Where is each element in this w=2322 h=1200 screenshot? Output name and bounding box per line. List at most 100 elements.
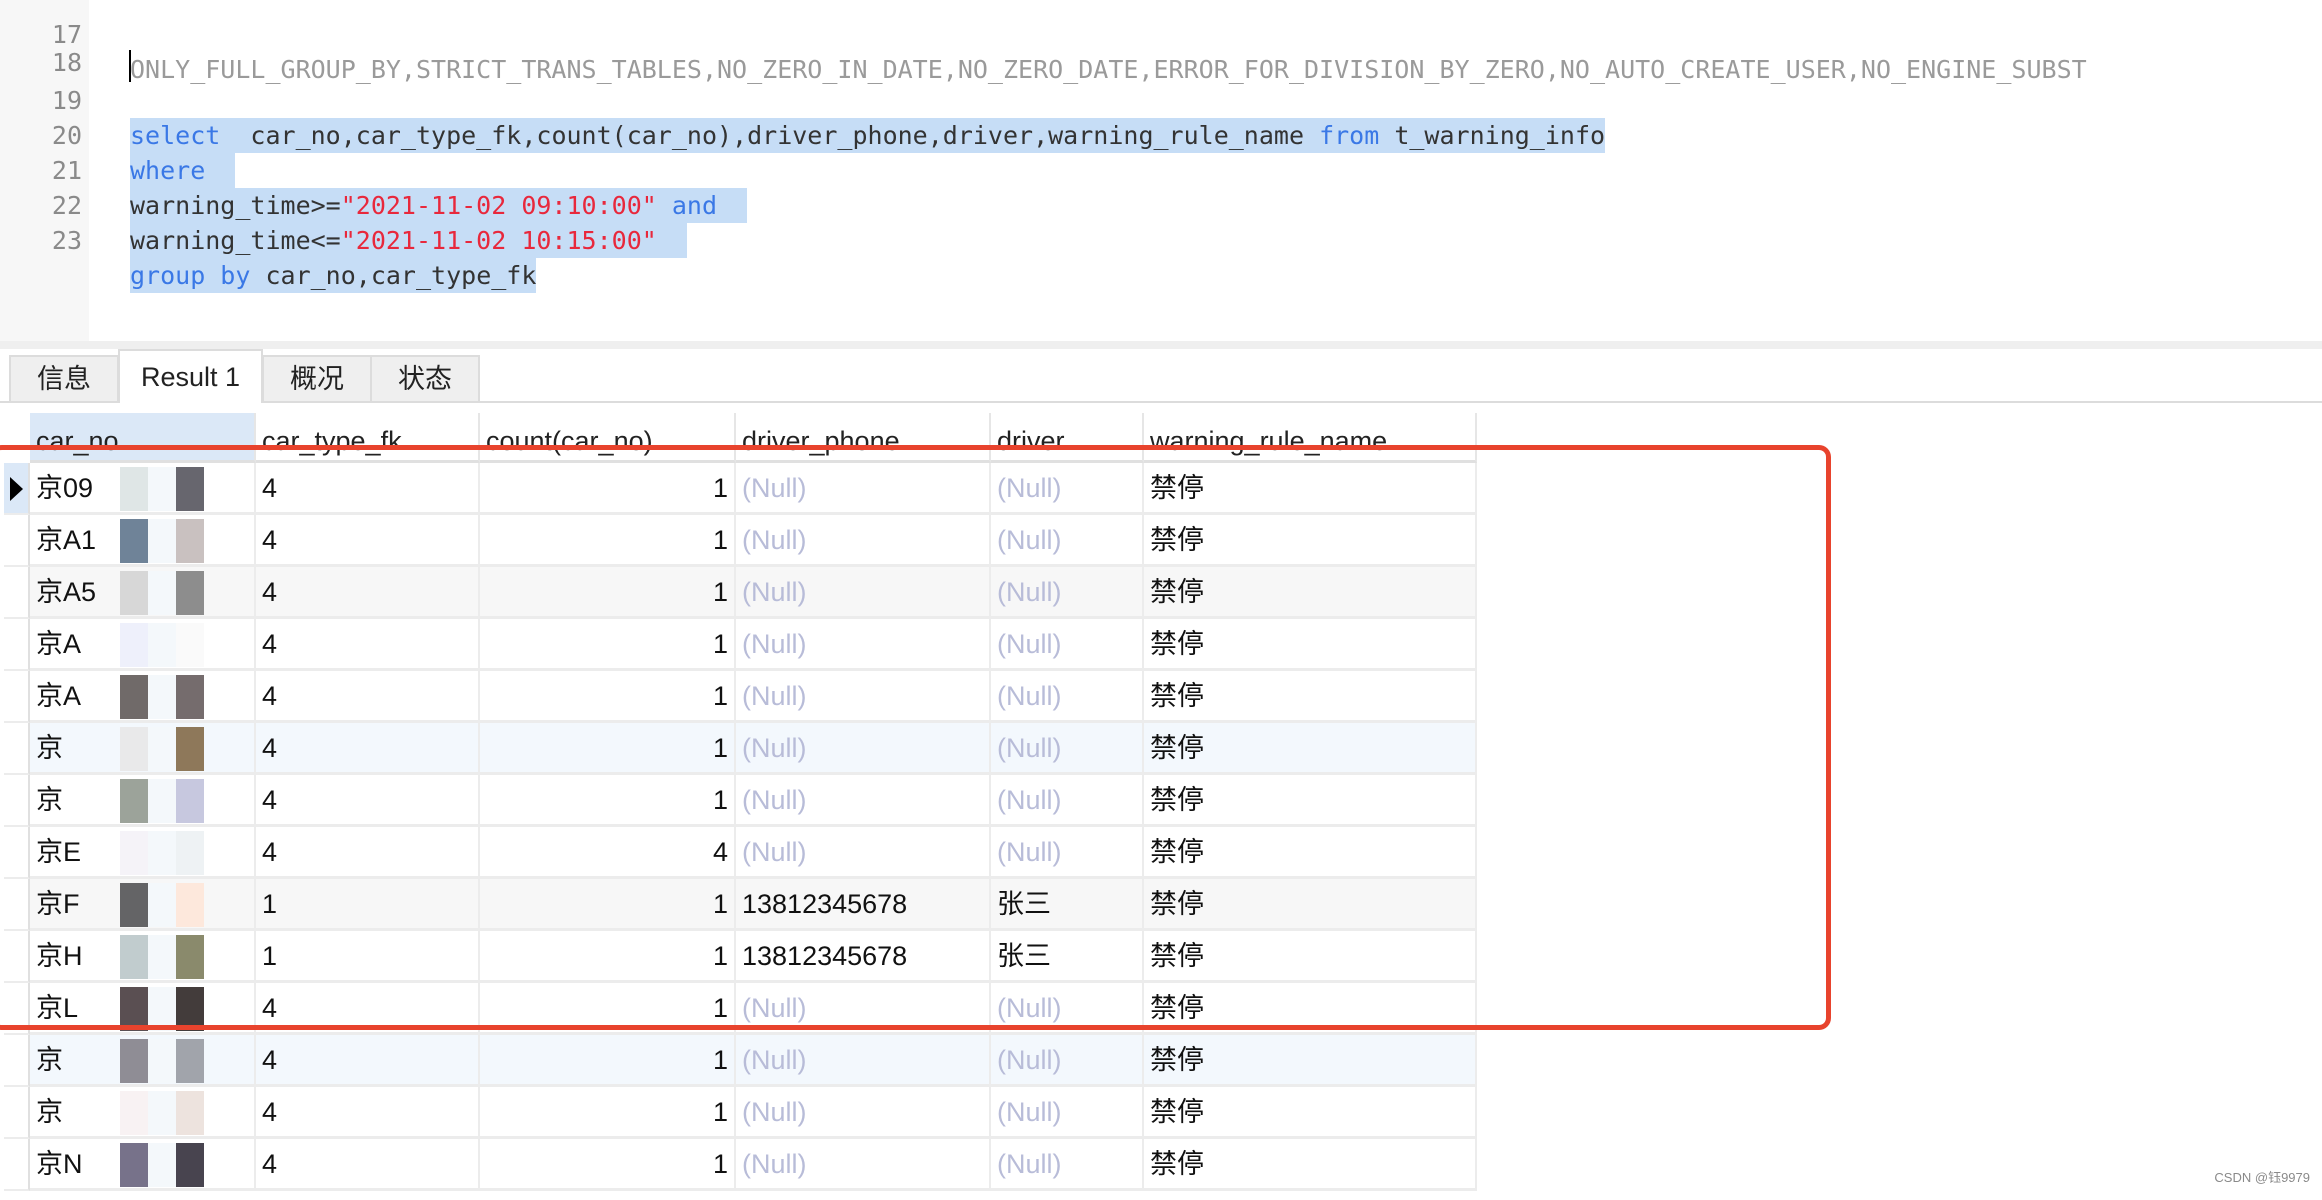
cell-count[interactable]: 1 bbox=[480, 775, 736, 827]
row-indicator[interactable] bbox=[4, 879, 30, 931]
cell-car-no[interactable]: 京A5 bbox=[30, 567, 256, 619]
cell-driver[interactable]: (Null) bbox=[991, 463, 1144, 515]
cell-warning-rule-name[interactable]: 禁停 bbox=[1144, 1035, 1477, 1087]
cell-driver-phone[interactable]: (Null) bbox=[736, 463, 991, 515]
table-row[interactable]: 京09 4 1 (Null) (Null) 禁停 bbox=[4, 463, 1481, 515]
cell-car-type-fk[interactable]: 4 bbox=[256, 983, 480, 1035]
cell-car-type-fk[interactable]: 4 bbox=[256, 775, 480, 827]
table-row[interactable]: 京A5 4 1 (Null) (Null) 禁停 bbox=[4, 567, 1481, 619]
column-header-driver[interactable]: driver bbox=[991, 413, 1144, 463]
row-indicator[interactable] bbox=[4, 1087, 30, 1139]
cell-driver[interactable]: (Null) bbox=[991, 567, 1144, 619]
cell-car-no[interactable]: 京A bbox=[30, 619, 256, 671]
cell-driver[interactable]: 张三 bbox=[991, 879, 1144, 931]
cell-driver[interactable]: (Null) bbox=[991, 1087, 1144, 1139]
cell-count[interactable]: 1 bbox=[480, 1139, 736, 1191]
table-row[interactable]: 京 4 1 (Null) (Null) 禁停 bbox=[4, 1035, 1481, 1087]
tab-profile[interactable]: 概况 bbox=[262, 355, 372, 401]
cell-warning-rule-name[interactable]: 禁停 bbox=[1144, 515, 1477, 567]
cell-driver[interactable]: (Null) bbox=[991, 983, 1144, 1035]
row-indicator[interactable] bbox=[4, 723, 30, 775]
cell-warning-rule-name[interactable]: 禁停 bbox=[1144, 463, 1477, 515]
cell-driver[interactable]: 张三 bbox=[991, 931, 1144, 983]
row-indicator[interactable] bbox=[4, 1139, 30, 1191]
cell-count[interactable]: 1 bbox=[480, 931, 736, 983]
cell-count[interactable]: 1 bbox=[480, 567, 736, 619]
cell-count[interactable]: 1 bbox=[480, 619, 736, 671]
cell-count[interactable]: 1 bbox=[480, 879, 736, 931]
cell-warning-rule-name[interactable]: 禁停 bbox=[1144, 567, 1477, 619]
table-row[interactable]: 京A 4 1 (Null) (Null) 禁停 bbox=[4, 671, 1481, 723]
table-row[interactable]: 京A1 4 1 (Null) (Null) 禁停 bbox=[4, 515, 1481, 567]
cell-car-type-fk[interactable]: 4 bbox=[256, 723, 480, 775]
cell-car-no[interactable]: 京N bbox=[30, 1139, 256, 1191]
cell-car-type-fk[interactable]: 4 bbox=[256, 515, 480, 567]
cell-warning-rule-name[interactable]: 禁停 bbox=[1144, 619, 1477, 671]
cell-warning-rule-name[interactable]: 禁停 bbox=[1144, 931, 1477, 983]
cell-warning-rule-name[interactable]: 禁停 bbox=[1144, 983, 1477, 1035]
cell-count[interactable]: 1 bbox=[480, 983, 736, 1035]
cell-car-type-fk[interactable]: 1 bbox=[256, 931, 480, 983]
cell-driver-phone[interactable]: (Null) bbox=[736, 515, 991, 567]
row-indicator[interactable] bbox=[4, 463, 30, 515]
row-indicator[interactable] bbox=[4, 515, 30, 567]
cell-car-type-fk[interactable]: 4 bbox=[256, 1035, 480, 1087]
cell-car-type-fk[interactable]: 4 bbox=[256, 1139, 480, 1191]
cell-driver-phone[interactable]: 13812345678 bbox=[736, 931, 991, 983]
row-indicator[interactable] bbox=[4, 1035, 30, 1087]
tab-result-1[interactable]: Result 1 bbox=[118, 349, 263, 403]
cell-driver-phone[interactable]: (Null) bbox=[736, 567, 991, 619]
cell-car-type-fk[interactable]: 4 bbox=[256, 463, 480, 515]
row-indicator[interactable] bbox=[4, 775, 30, 827]
cell-warning-rule-name[interactable]: 禁停 bbox=[1144, 775, 1477, 827]
cell-warning-rule-name[interactable]: 禁停 bbox=[1144, 827, 1477, 879]
table-row[interactable]: 京N 4 1 (Null) (Null) 禁停 bbox=[4, 1139, 1481, 1191]
column-header-car-no[interactable]: car_no bbox=[30, 413, 256, 463]
table-row[interactable]: 京L 4 1 (Null) (Null) 禁停 bbox=[4, 983, 1481, 1035]
cell-driver[interactable]: (Null) bbox=[991, 619, 1144, 671]
cell-car-no[interactable]: 京E bbox=[30, 827, 256, 879]
cell-count[interactable]: 1 bbox=[480, 463, 736, 515]
tab-info[interactable]: 信息 bbox=[9, 355, 119, 401]
row-indicator[interactable] bbox=[4, 931, 30, 983]
cell-driver[interactable]: (Null) bbox=[991, 1035, 1144, 1087]
cell-driver-phone[interactable]: (Null) bbox=[736, 723, 991, 775]
cell-car-no[interactable]: 京 bbox=[30, 1087, 256, 1139]
sql-editor[interactable]: 17 ONLY_FULL_GROUP_BY,STRICT_TRANS_TABLE… bbox=[0, 0, 2322, 341]
cell-car-no[interactable]: 京F bbox=[30, 879, 256, 931]
cell-warning-rule-name[interactable]: 禁停 bbox=[1144, 1087, 1477, 1139]
cell-driver[interactable]: (Null) bbox=[991, 723, 1144, 775]
cell-car-no[interactable]: 京 bbox=[30, 775, 256, 827]
column-header-car-type-fk[interactable]: car_type_fk bbox=[256, 413, 480, 463]
cell-driver-phone[interactable]: 13812345678 bbox=[736, 879, 991, 931]
cell-car-type-fk[interactable]: 4 bbox=[256, 671, 480, 723]
panel-splitter[interactable] bbox=[0, 341, 2322, 349]
cell-count[interactable]: 4 bbox=[480, 827, 736, 879]
column-header-count[interactable]: count(car_no) bbox=[480, 413, 736, 463]
cell-driver[interactable]: (Null) bbox=[991, 1139, 1144, 1191]
cell-car-type-fk[interactable]: 4 bbox=[256, 827, 480, 879]
cell-car-no[interactable]: 京A1 bbox=[30, 515, 256, 567]
cell-driver-phone[interactable]: (Null) bbox=[736, 671, 991, 723]
row-indicator[interactable] bbox=[4, 827, 30, 879]
cell-driver-phone[interactable]: (Null) bbox=[736, 827, 991, 879]
table-row[interactable]: 京E 4 4 (Null) (Null) 禁停 bbox=[4, 827, 1481, 879]
cell-count[interactable]: 1 bbox=[480, 671, 736, 723]
table-row[interactable]: 京 4 1 (Null) (Null) 禁停 bbox=[4, 723, 1481, 775]
cell-car-no[interactable]: 京 bbox=[30, 1035, 256, 1087]
cell-car-no[interactable]: 京09 bbox=[30, 463, 256, 515]
column-header-driver-phone[interactable]: driver_phone bbox=[736, 413, 991, 463]
cell-driver-phone[interactable]: (Null) bbox=[736, 1087, 991, 1139]
cell-count[interactable]: 1 bbox=[480, 515, 736, 567]
row-indicator[interactable] bbox=[4, 619, 30, 671]
cell-car-no[interactable]: 京A bbox=[30, 671, 256, 723]
cell-driver[interactable]: (Null) bbox=[991, 775, 1144, 827]
row-indicator[interactable] bbox=[4, 567, 30, 619]
column-header-warning-rule-name[interactable]: warning_rule_name bbox=[1144, 413, 1477, 463]
cell-count[interactable]: 1 bbox=[480, 723, 736, 775]
table-row[interactable]: 京A 4 1 (Null) (Null) 禁停 bbox=[4, 619, 1481, 671]
cell-driver-phone[interactable]: (Null) bbox=[736, 983, 991, 1035]
cell-car-type-fk[interactable]: 4 bbox=[256, 567, 480, 619]
cell-car-no[interactable]: 京H bbox=[30, 931, 256, 983]
cell-count[interactable]: 1 bbox=[480, 1035, 736, 1087]
